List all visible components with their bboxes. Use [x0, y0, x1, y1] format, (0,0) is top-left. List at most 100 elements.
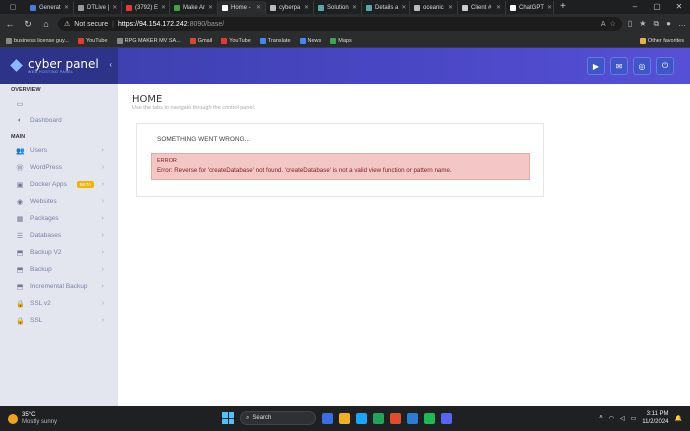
mail-icon[interactable]	[407, 412, 418, 424]
youtube-button[interactable]: ▶	[587, 57, 605, 75]
window-menu-icon[interactable]: ▢	[0, 0, 26, 14]
home-icon[interactable]: ⌂	[40, 19, 52, 29]
sidebar-item-backup[interactable]: ⬒ Backup ›	[0, 261, 118, 278]
tab-favicon-icon	[78, 4, 84, 11]
tab-close-icon[interactable]: ✕	[256, 4, 261, 11]
close-window-icon[interactable]: ✕	[668, 0, 690, 14]
battery-icon[interactable]: ▭	[631, 415, 637, 422]
url-path[interactable]: :8090/base/	[188, 21, 225, 28]
bookmark-item[interactable]: YouTube	[77, 37, 108, 44]
sidebar-main-items: 👥 Users › Ⓦ WordPress › ▣ Docker Apps BETA › ◉ Webs…	[0, 142, 118, 329]
profile-icon[interactable]: ●	[666, 19, 671, 29]
weather-widget[interactable]: 35°C Mostly sunny	[0, 412, 57, 426]
error-card: SOMETHING WENT WRONG... ERROR Error: Rev…	[136, 123, 544, 197]
notification-bell-icon[interactable]: 🔔	[675, 415, 682, 422]
browser-tab[interactable]: Home - ✕	[218, 1, 266, 14]
url-host[interactable]: https://94.154.172.242	[118, 21, 188, 28]
tab-close-icon[interactable]: ✕	[64, 4, 69, 11]
refresh-icon[interactable]: ↻	[22, 19, 34, 30]
sidebar-item-docker-apps[interactable]: ▣ Docker Apps BETA ›	[0, 176, 118, 193]
maximize-icon[interactable]: ▢	[646, 0, 668, 14]
browser-tab[interactable]: Solution ✕	[314, 1, 362, 14]
browser-tab[interactable]: Details a ✕	[362, 1, 410, 14]
sidebar-item-wordpress[interactable]: Ⓦ WordPress ›	[0, 159, 118, 176]
tab-favicon-icon	[270, 4, 276, 11]
favorite-star-icon[interactable]: ☆	[610, 20, 616, 28]
tab-close-icon[interactable]: ✕	[547, 4, 552, 11]
bookmark-item[interactable]: News	[299, 37, 321, 44]
sidebar-item-websites[interactable]: ◉ Websites ›	[0, 193, 118, 210]
bookmark-item[interactable]: Gmail	[189, 37, 212, 44]
minimize-icon[interactable]: –	[624, 0, 646, 14]
tab-close-icon[interactable]: ✕	[496, 4, 501, 11]
discord-icon[interactable]	[441, 412, 452, 424]
sidebar-item-label: Incremental Backup	[30, 283, 88, 290]
sidebar-item-incremental-backup[interactable]: ⬒ Incremental Backup ›	[0, 278, 118, 295]
warning-icon[interactable]: ⚠	[64, 20, 70, 28]
taskbar-search[interactable]: ⌕ Search	[240, 411, 316, 425]
favorites-icon[interactable]: ★	[639, 19, 646, 29]
tab-label: Generat	[39, 4, 61, 11]
windows-start-icon[interactable]	[222, 412, 234, 424]
browser-tab[interactable]: Make Ar ✕	[170, 1, 218, 14]
collections-icon[interactable]: ⧉	[653, 19, 659, 29]
bookmark-favicon-icon	[6, 37, 12, 44]
sidebar-item-databases[interactable]: ☰ Databases ›	[0, 227, 118, 244]
new-tab-button[interactable]: +	[554, 0, 572, 14]
brand[interactable]: cyber panel WEB HOSTING PANEL ‹	[0, 48, 118, 84]
browser-tab[interactable]: Generat ✕	[26, 1, 74, 14]
spotify-icon[interactable]	[424, 412, 435, 424]
read-aloud-icon[interactable]: A	[601, 21, 606, 28]
power-button[interactable]: ⏻	[656, 57, 674, 75]
bookmark-item[interactable]: business license guy...	[6, 37, 69, 44]
sidebar-item-ssl-v2[interactable]: 🔒 SSL v2 ›	[0, 295, 118, 312]
edge-icon[interactable]	[356, 412, 367, 424]
tab-close-icon[interactable]: ✕	[448, 4, 453, 11]
weather-condition: Mostly sunny	[22, 418, 58, 425]
chevron-up-icon[interactable]: ˄	[599, 415, 603, 421]
back-icon[interactable]: ←	[4, 19, 16, 29]
bookmark-item[interactable]: Translate	[259, 37, 291, 44]
chevron-left-icon[interactable]: ‹	[109, 60, 112, 69]
store-icon[interactable]	[373, 412, 384, 424]
tab-close-icon[interactable]: ✕	[401, 4, 406, 11]
address-bar[interactable]: ⚠ Not secure | https://94.154.172.242:80…	[58, 17, 622, 31]
tab-close-icon[interactable]: ✕	[112, 4, 117, 11]
chat-button[interactable]: ✉	[610, 57, 628, 75]
bookmark-item[interactable]: RPG MAKER MV SA...	[116, 37, 181, 44]
more-icon[interactable]: …	[678, 19, 686, 29]
browser-tab[interactable]: (3792) E ✕	[122, 1, 170, 14]
tab-close-icon[interactable]: ✕	[208, 4, 213, 11]
browser-tab[interactable]: Client # ✕	[458, 1, 506, 14]
speaker-icon[interactable]: ◁	[620, 415, 625, 422]
sidebar-item-packages[interactable]: ▦ Packages ›	[0, 210, 118, 227]
tab-close-icon[interactable]: ✕	[161, 4, 166, 11]
task-view-icon[interactable]	[322, 412, 333, 424]
tab-close-icon[interactable]: ✕	[304, 4, 309, 11]
sidebar-item-label: SSL	[30, 317, 43, 324]
browser-tab[interactable]: oceanic ✕	[410, 1, 458, 14]
security-label[interactable]: Not secure	[74, 21, 108, 28]
tab-close-icon[interactable]: ✕	[352, 4, 357, 11]
clock[interactable]: 3:11 PM 11/2/2024	[642, 410, 668, 426]
bookmark-favicon-icon	[259, 37, 266, 44]
file-explorer-icon[interactable]	[339, 412, 350, 424]
bookmark-item[interactable]: YouTube	[221, 37, 251, 44]
split-screen-icon[interactable]: ▯	[628, 19, 632, 29]
sidebar-item-ssl[interactable]: 🔒 SSL ›	[0, 312, 118, 329]
card-title: SOMETHING WENT WRONG...	[157, 136, 251, 143]
office-icon[interactable]	[390, 412, 401, 424]
sidebar-item-dashboard[interactable]: ◐ Dashboard	[0, 112, 118, 129]
other-favorites[interactable]: Other favorites	[639, 37, 684, 44]
browser-tab[interactable]: cyberpa ✕	[266, 1, 314, 14]
other-favorites-label[interactable]: Other favorites	[648, 38, 684, 44]
sidebar-item-monitor[interactable]: ▭	[0, 95, 118, 112]
sidebar-item-backup-v2[interactable]: ⬒ Backup V2 ›	[0, 244, 118, 261]
bookmark-item[interactable]: Maps	[330, 37, 352, 44]
support-button[interactable]: ◎	[633, 57, 651, 75]
browser-tab[interactable]: DTLive | ✕	[74, 1, 122, 14]
browser-tab[interactable]: ChatGPT ✕	[506, 1, 554, 14]
wifi-icon[interactable]: ◠	[609, 415, 614, 422]
sidebar-item-users[interactable]: 👥 Users ›	[0, 142, 118, 159]
sun-icon	[8, 413, 18, 424]
